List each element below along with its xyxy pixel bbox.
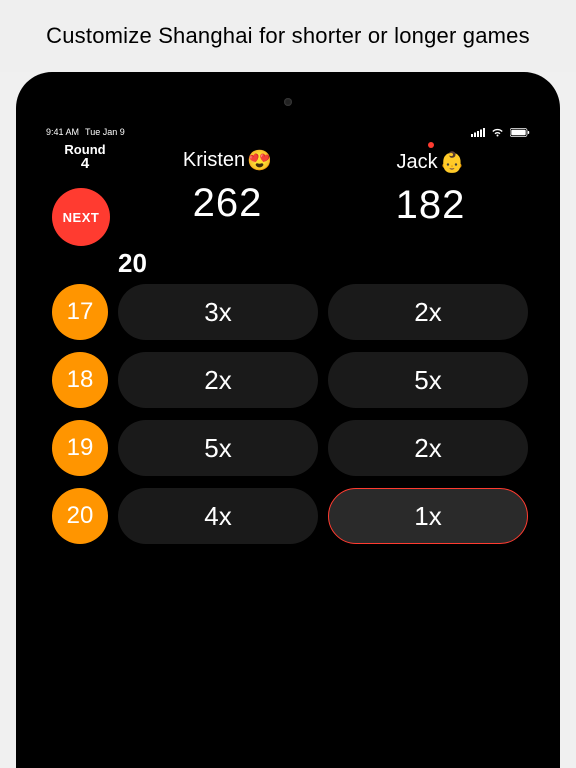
row-number-circle[interactable]: 17 <box>52 284 108 340</box>
player-2: Jack👶 182 <box>329 142 532 228</box>
row-number-circle[interactable]: 20 <box>52 488 108 544</box>
status-bar: 9:41 AM Tue Jan 9 <box>38 124 538 140</box>
row-number-circle[interactable]: 18 <box>52 352 108 408</box>
player-2-name: Jack👶 <box>329 150 532 175</box>
battery-icon <box>510 128 530 137</box>
multiplier-cell-p1[interactable]: 3x <box>118 284 318 340</box>
multiplier-cell-p2[interactable]: 5x <box>328 352 528 408</box>
screen: 9:41 AM Tue Jan 9 Round 4 <box>38 124 538 768</box>
score-row: 19 5x 2x <box>52 420 528 476</box>
multiplier-cell-p1[interactable]: 4x <box>118 488 318 544</box>
next-button[interactable]: NEXT <box>52 188 110 246</box>
status-date: Tue Jan 9 <box>85 127 125 137</box>
multiplier-cell-p1[interactable]: 2x <box>118 352 318 408</box>
multiplier-cell-p2[interactable]: 2x <box>328 420 528 476</box>
player-1-emoji: 😍 <box>247 148 272 173</box>
round-indicator: Round 4 <box>44 142 126 172</box>
multiplier-cell-p2[interactable]: 2x <box>328 284 528 340</box>
score-row: 20 4x 1x <box>52 488 528 544</box>
score-rows: 17 3x 2x 18 2x 5x 19 5x 2x 20 4x 1x <box>38 284 538 544</box>
signal-icon <box>471 128 485 137</box>
current-target-number: 20 <box>118 248 147 279</box>
player-1: Kristen😍 262 <box>126 142 329 226</box>
player-2-score: 182 <box>329 183 532 228</box>
multiplier-cell-p2[interactable]: 1x <box>328 488 528 544</box>
player-1-name: Kristen😍 <box>126 148 329 173</box>
player-1-score: 262 <box>126 181 329 226</box>
marketing-caption: Customize Shanghai for shorter or longer… <box>0 0 576 72</box>
multiplier-cell-p1[interactable]: 5x <box>118 420 318 476</box>
front-camera <box>284 98 292 106</box>
score-row: 17 3x 2x <box>52 284 528 340</box>
turn-indicator-dot <box>428 142 434 148</box>
round-number: 4 <box>44 155 126 172</box>
player-2-emoji: 👶 <box>440 150 465 175</box>
player-1-name-text: Kristen <box>183 149 245 172</box>
header-row: Round 4 Kristen😍 262 Jack👶 182 <box>38 142 538 228</box>
player-2-name-text: Jack <box>396 151 437 174</box>
status-time: 9:41 AM <box>46 127 79 137</box>
tablet-frame: 9:41 AM Tue Jan 9 Round 4 <box>16 72 560 768</box>
score-row: 18 2x 5x <box>52 352 528 408</box>
wifi-icon <box>491 128 504 137</box>
row-number-circle[interactable]: 19 <box>52 420 108 476</box>
